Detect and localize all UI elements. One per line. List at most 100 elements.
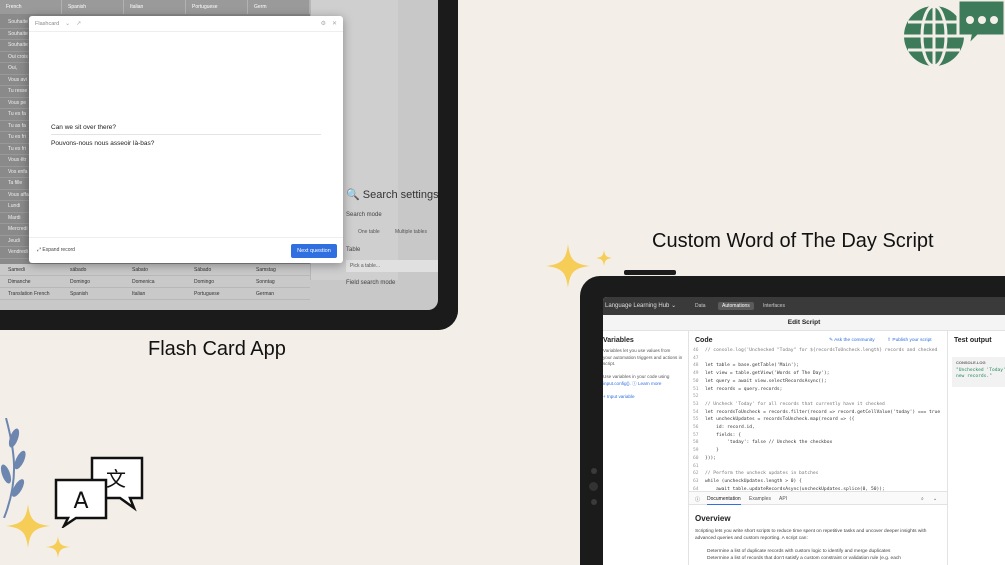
code-line: 53 // Uncheck 'Today' for all records tha… bbox=[693, 401, 945, 409]
external-link-icon[interactable]: ↗ bbox=[76, 20, 81, 27]
code-text: fields: { bbox=[705, 432, 741, 438]
base-name[interactable]: Language Learning Hub ⌄ bbox=[605, 302, 676, 309]
publish-script-link[interactable]: ⇪ Publish your script bbox=[887, 338, 932, 343]
table-cell[interactable]: Sabato bbox=[124, 264, 186, 275]
code-line: 60})); bbox=[693, 455, 945, 463]
question-text: Can we sit over there? bbox=[51, 124, 117, 131]
col-header[interactable]: Germ bbox=[248, 0, 310, 14]
table-cell[interactable]: Sonntag bbox=[248, 276, 310, 287]
tab-api[interactable]: API bbox=[779, 496, 787, 502]
code-title: Code bbox=[695, 337, 713, 344]
table-cell[interactable]: Italian bbox=[124, 288, 186, 299]
console-log: CONSOLE.LOG "Unchecked 'Today' fo new re… bbox=[952, 357, 1005, 387]
tab-examples[interactable]: Examples bbox=[749, 496, 771, 502]
line-number: 52 bbox=[693, 394, 699, 400]
variables-line: input.config(). ⓘ Learn more bbox=[603, 380, 662, 386]
sparkle-icon bbox=[6, 504, 70, 558]
line-number: 60 bbox=[693, 455, 699, 461]
tab-interfaces[interactable]: Interfaces bbox=[763, 303, 785, 309]
col-header[interactable]: Portuguese bbox=[186, 0, 248, 14]
line-number: 56 bbox=[693, 425, 699, 431]
app-topbar: Language Learning Hub ⌄ Data Automations… bbox=[603, 297, 1005, 315]
line-number: 61 bbox=[693, 463, 699, 469]
line-number: 62 bbox=[693, 471, 699, 477]
table-cell[interactable]: Portuguese bbox=[186, 288, 248, 299]
tab-automations[interactable]: Automations bbox=[718, 302, 754, 310]
documentation-panel: Overview Scripting lets you write short … bbox=[689, 505, 947, 565]
console-output: "Unchecked 'Today' fo new records." bbox=[956, 368, 1005, 379]
table-cell[interactable]: Translation French bbox=[0, 288, 62, 299]
line-number: 53 bbox=[693, 401, 699, 407]
code-text: let recordsToUncheck = records.filter(re… bbox=[705, 409, 941, 415]
chevron-down-icon[interactable]: ⌄ bbox=[65, 20, 70, 27]
col-header[interactable]: French bbox=[0, 0, 62, 14]
table-row[interactable]: Translation French Spanish Italian Portugue… bbox=[0, 288, 310, 300]
add-input-variable-link[interactable]: + Input variable bbox=[603, 394, 687, 401]
table-cell[interactable]: Domingo bbox=[186, 276, 248, 287]
docs-tabbar: ⓘ Documentation Examples API ⌕ ⌄ bbox=[689, 491, 947, 505]
next-question-button[interactable]: Next question bbox=[291, 244, 337, 258]
modal-footer: ⤢ Expand record Next question bbox=[29, 237, 343, 263]
code-line: 59 } bbox=[693, 447, 945, 455]
line-number: 55 bbox=[693, 417, 699, 423]
modal-title[interactable]: Flashcard bbox=[35, 21, 59, 27]
share-icon: ⇪ bbox=[887, 338, 892, 343]
flash-screen: French Spanish Italian Portuguese Germ S… bbox=[0, 0, 438, 310]
ask-community-link[interactable]: ✎ Ask the community bbox=[829, 338, 875, 343]
code-text: let view = table.getView('Words of The D… bbox=[705, 371, 830, 377]
overview-bullet: Determine a list of duplicate records wi… bbox=[707, 549, 891, 554]
table-row[interactable]: Samedi sábado Sabato Sábado Samstag bbox=[0, 264, 310, 276]
table-cell[interactable]: German bbox=[248, 288, 310, 299]
table-cell[interactable]: Samstag bbox=[248, 264, 310, 275]
pick-table-select[interactable]: Pick a table... bbox=[346, 260, 438, 272]
sparkle-icon bbox=[546, 244, 612, 288]
variables-panel: Variables Variables let you use values f… bbox=[603, 331, 689, 565]
code-text: } bbox=[705, 448, 719, 454]
line-number: 48 bbox=[693, 363, 699, 369]
code-text: let table = base.getTable('Main'); bbox=[705, 363, 800, 369]
search-title-text: Search settings bbox=[362, 189, 438, 201]
line-number: 46 bbox=[693, 348, 699, 353]
overview-title: Overview bbox=[695, 514, 731, 523]
table-cell[interactable]: Samedi bbox=[0, 264, 62, 275]
base-name-text: Language Learning Hub bbox=[605, 303, 670, 309]
tab-data[interactable]: Data bbox=[695, 303, 706, 309]
col-header[interactable]: Italian bbox=[124, 0, 186, 14]
svg-text:文: 文 bbox=[106, 467, 126, 491]
search-icon: 🔍 bbox=[346, 189, 360, 201]
table-cell[interactable]: Sábado bbox=[186, 264, 248, 275]
code-line: 50 let query = await view.selectRecordsAs… bbox=[693, 378, 945, 386]
code-text: while (uncheckUpdates.length > 0) { bbox=[705, 478, 802, 484]
overview-bullet: Determine a list of records that don't s… bbox=[707, 556, 901, 561]
camera-dot bbox=[591, 499, 597, 505]
overview-text: Scripting lets you write short scripts t… bbox=[695, 529, 927, 541]
table-cell[interactable]: Domingo bbox=[62, 276, 124, 287]
tab-documentation[interactable]: Documentation bbox=[707, 496, 741, 505]
search-settings-title: 🔍 Search settings bbox=[346, 188, 438, 201]
chevron-down-icon[interactable]: ⌄ bbox=[933, 496, 937, 502]
code-text: let query = await view.selectRecordsAsyn… bbox=[705, 378, 827, 384]
line-number: 49 bbox=[693, 371, 699, 377]
tablet-bezel-right bbox=[438, 0, 458, 330]
caption-word-of-day: Custom Word of The Day Script bbox=[652, 230, 934, 252]
settings-icon[interactable]: ⚙ bbox=[321, 20, 326, 27]
table-cell[interactable]: Spanish bbox=[62, 288, 124, 299]
close-icon[interactable]: ✕ bbox=[332, 20, 337, 27]
table-row[interactable]: Dimanche Domingo Domenica Domingo Sonntag bbox=[0, 276, 310, 288]
line-number: 50 bbox=[693, 378, 699, 384]
one-table-button[interactable]: One table bbox=[358, 229, 380, 235]
multiple-tables-button[interactable]: Multiple tables bbox=[395, 229, 427, 235]
col-header[interactable]: Spanish bbox=[62, 0, 124, 14]
chevron-down-icon: ⌄ bbox=[671, 303, 677, 309]
divider bbox=[51, 134, 321, 135]
expand-record-button[interactable]: ⤢ Expand record bbox=[37, 247, 75, 253]
tablet-bezel-bottom bbox=[0, 310, 458, 330]
ask-community-text: Ask the community bbox=[834, 338, 875, 343]
table-cell[interactable]: Domenica bbox=[124, 276, 186, 287]
code-line: 62 // Perform the uncheck updates in batc… bbox=[693, 470, 945, 478]
code-line: 51 let records = query.records; bbox=[693, 386, 945, 394]
table-cell[interactable]: Dimanche bbox=[0, 276, 62, 287]
table-label: Table bbox=[346, 247, 361, 253]
table-cell[interactable]: sábado bbox=[62, 264, 124, 275]
search-icon[interactable]: ⌕ bbox=[921, 496, 924, 502]
